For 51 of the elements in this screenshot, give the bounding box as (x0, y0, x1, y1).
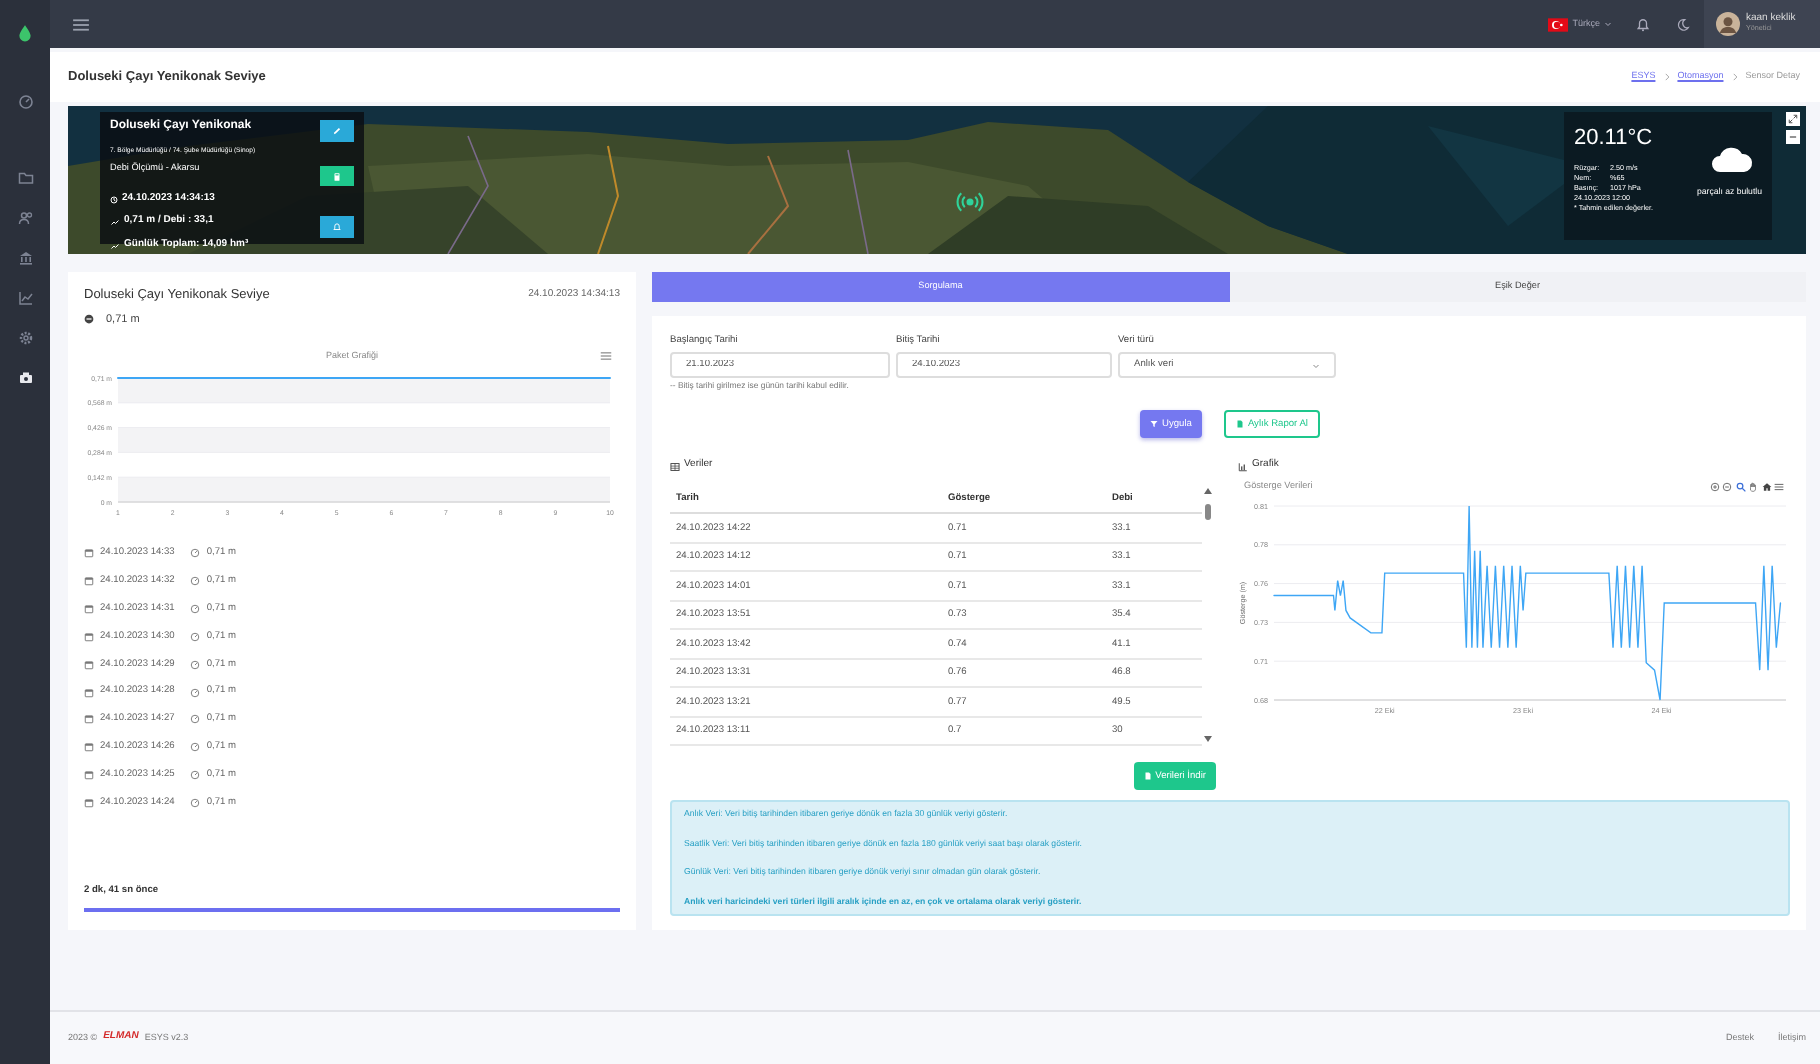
fullscreen-button[interactable] (1786, 112, 1800, 126)
calendar-icon (84, 548, 94, 559)
flag-icon (1548, 17, 1569, 31)
home-icon[interactable] (1761, 481, 1771, 492)
file-icon (1235, 420, 1244, 429)
moon-icon[interactable] (1676, 17, 1690, 31)
chevron-icon (1729, 72, 1740, 82)
calendar-icon (84, 603, 94, 614)
avatar-icon (1716, 12, 1740, 36)
calendar-icon (84, 714, 94, 725)
menu-icon[interactable] (1774, 481, 1784, 492)
trend-icon (110, 218, 120, 227)
scrollbar[interactable] (1202, 483, 1214, 746)
minus-icon (1788, 132, 1798, 142)
edit-icon (332, 125, 342, 136)
trend-icon (110, 241, 120, 250)
calculator-button[interactable] (320, 165, 354, 187)
calendar-icon (84, 631, 94, 642)
bell-icon[interactable] (1636, 17, 1650, 31)
folder-icon[interactable] (17, 170, 33, 186)
zoom-out-button[interactable] (1786, 130, 1800, 144)
calendar-icon (84, 687, 94, 698)
file-icon (1143, 772, 1152, 781)
alarm-button[interactable] (320, 216, 354, 239)
bell-icon (332, 222, 342, 233)
temperature: 20.11°C (1574, 124, 1655, 154)
users-icon[interactable] (17, 210, 33, 226)
table-icon (670, 461, 680, 472)
zoom-in-icon[interactable] (1709, 481, 1719, 492)
clock-icon (110, 195, 118, 204)
settings-icon[interactable] (17, 330, 33, 346)
bar-chart-icon (1238, 461, 1248, 472)
caret-icon (1604, 20, 1612, 28)
chevron-icon (1661, 72, 1672, 82)
camera-icon[interactable] (17, 370, 33, 386)
building-icon[interactable] (17, 250, 33, 266)
calendar-icon (84, 659, 94, 670)
zoom-out-icon[interactable] (1722, 481, 1732, 492)
calendar-icon (84, 576, 94, 587)
search-icon[interactable] (1735, 481, 1745, 492)
calculator-icon (332, 171, 342, 181)
filter-icon (1150, 420, 1158, 429)
logo-icon (16, 24, 34, 42)
signal-marker-icon[interactable] (956, 188, 984, 216)
menu-icon[interactable] (600, 350, 612, 363)
menu-icon[interactable] (72, 15, 90, 33)
expand-icon (1788, 114, 1798, 124)
calendar-icon (84, 770, 94, 781)
calendar-icon (84, 742, 94, 753)
line-chart-icon[interactable] (17, 290, 33, 306)
calendar-icon (84, 798, 94, 809)
